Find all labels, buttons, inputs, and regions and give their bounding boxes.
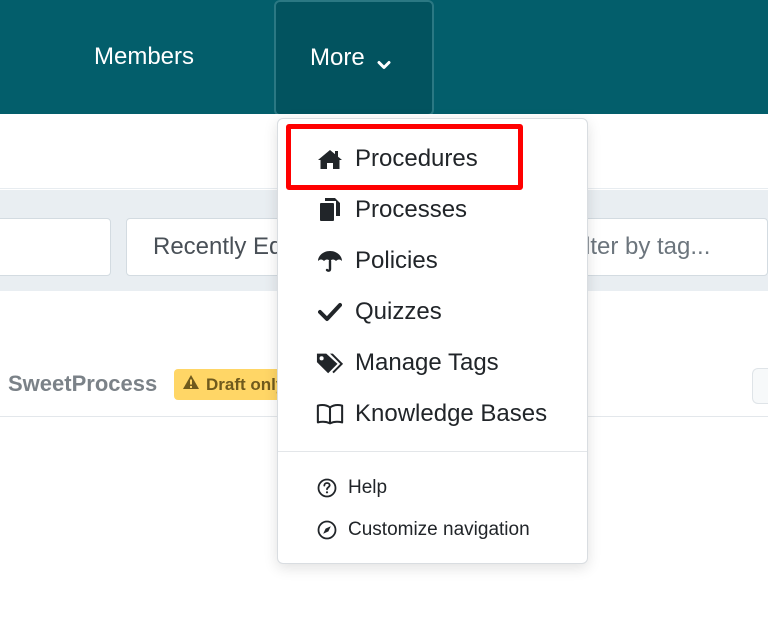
- compass-icon: [316, 519, 338, 541]
- menu-item-help[interactable]: Help: [278, 469, 587, 507]
- menu-item-label: Knowledge Bases: [355, 400, 548, 427]
- copy-icon: [316, 196, 344, 224]
- chevron-down-icon: [377, 51, 391, 69]
- menu-item-label: Manage Tags: [355, 349, 499, 376]
- row-action-button[interactable]: [752, 368, 768, 404]
- menu-item-customize-navigation[interactable]: Customize navigation: [278, 511, 587, 549]
- menu-item-procedures[interactable]: Procedures: [278, 135, 587, 183]
- status-badge-label: Draft only: [206, 374, 286, 394]
- check-icon: [316, 298, 344, 326]
- status-badge: Draft only: [174, 369, 292, 400]
- menu-item-manage-tags[interactable]: Manage Tags: [278, 339, 587, 387]
- umbrella-icon: [316, 247, 344, 275]
- menu-divider: [278, 451, 587, 452]
- menu-item-label: Quizzes: [355, 298, 442, 325]
- menu-item-label: Customize navigation: [348, 519, 530, 540]
- question-circle-icon: [316, 477, 338, 499]
- nav-members-label: Members: [94, 43, 195, 70]
- menu-item-policies[interactable]: Policies: [278, 237, 587, 285]
- menu-item-knowledge-bases[interactable]: Knowledge Bases: [278, 390, 587, 438]
- menu-item-label: Processes: [355, 196, 468, 223]
- warning-icon: [182, 374, 200, 395]
- top-navbar: Members More: [0, 0, 768, 116]
- home-icon: [316, 145, 344, 173]
- nav-members[interactable]: Members: [94, 0, 194, 114]
- more-dropdown-menu: Procedures Processes Policies Quizzes Ma…: [277, 118, 588, 564]
- menu-item-label: Help: [348, 477, 388, 498]
- menu-item-quizzes[interactable]: Quizzes: [278, 288, 587, 336]
- nav-more-label: More: [310, 44, 365, 71]
- book-open-icon: [316, 400, 344, 428]
- menu-item-label: Policies: [355, 247, 438, 274]
- org-name[interactable]: SweetProcess: [8, 371, 157, 397]
- search-input[interactable]: [0, 218, 111, 276]
- menu-item-label: Procedures: [355, 145, 478, 172]
- menu-item-processes[interactable]: Processes: [278, 186, 587, 234]
- nav-more-dropdown-toggle[interactable]: More: [274, 0, 434, 116]
- tags-icon: [316, 349, 344, 377]
